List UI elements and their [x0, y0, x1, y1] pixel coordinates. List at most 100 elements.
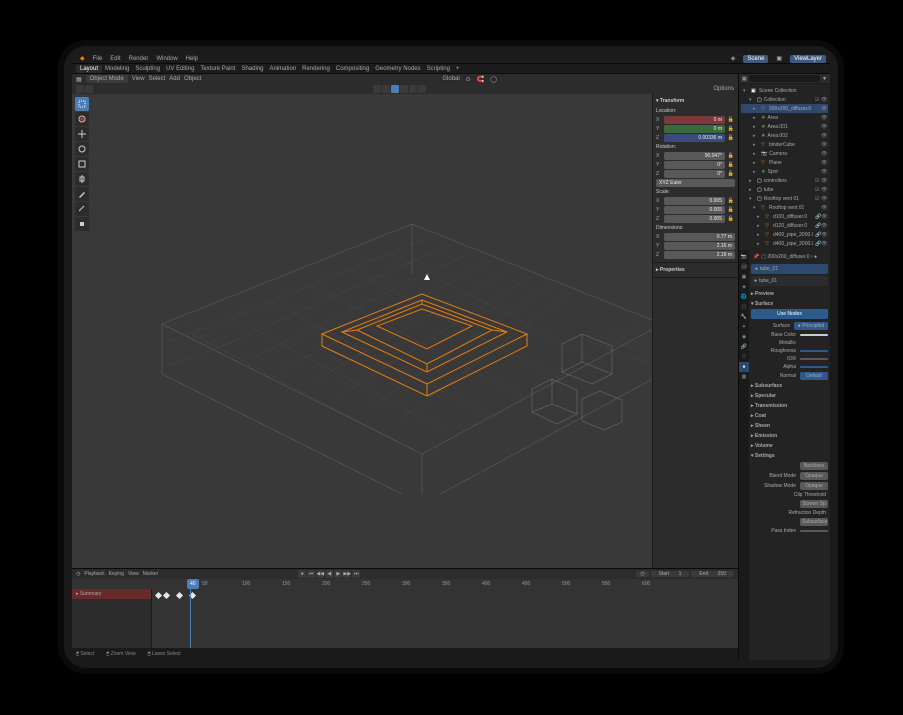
- screen-sp-field[interactable]: Screen Sp: [800, 500, 828, 508]
- outliner-item-selected[interactable]: ▸▽200x200_diffuser.0👁: [741, 104, 828, 113]
- volume-header[interactable]: ▸ Volume: [751, 441, 828, 451]
- prop-tab-object[interactable]: ▢: [739, 302, 749, 312]
- outliner-item[interactable]: ▸▽d400_pipe_2000.002🔗👁: [741, 230, 828, 239]
- menu-select[interactable]: Select: [149, 76, 166, 82]
- scale-x-field[interactable]: 0.005: [664, 197, 725, 205]
- current-frame-field[interactable]: ◷: [636, 571, 648, 577]
- start-frame-field[interactable]: Start 1: [651, 571, 690, 577]
- roughness-field[interactable]: [800, 350, 828, 352]
- blender-logo-icon[interactable]: ◆: [76, 55, 89, 62]
- lock-icon[interactable]: 🔓: [727, 126, 735, 132]
- dim-x-field[interactable]: 0.77 m: [664, 233, 735, 241]
- select-filter-icon[interactable]: [76, 85, 84, 93]
- tool-add-cube[interactable]: [75, 217, 89, 231]
- prop-tab-particles[interactable]: ✦: [739, 322, 749, 332]
- menu-edit[interactable]: Edit: [106, 56, 124, 62]
- menu-file[interactable]: File: [89, 56, 107, 62]
- pin-icon[interactable]: 📌: [753, 254, 759, 260]
- tab-uv[interactable]: UV Editing: [163, 66, 197, 72]
- tab-animation[interactable]: Animation: [266, 66, 299, 72]
- menu-keying[interactable]: Keying: [109, 571, 124, 577]
- autokey-icon[interactable]: ●: [298, 570, 306, 578]
- orientation-selector[interactable]: Global: [440, 76, 461, 83]
- outliner-item[interactable]: ▸☀Area.001👁: [741, 122, 828, 131]
- rot-y-field[interactable]: 0°: [664, 161, 725, 169]
- menu-object[interactable]: Object: [184, 76, 201, 82]
- alpha-field[interactable]: [800, 366, 828, 368]
- outliner-item[interactable]: ▸☀Area.002👁: [741, 131, 828, 140]
- dim-y-field[interactable]: 2.16 m: [664, 242, 735, 250]
- tool-rotate[interactable]: [75, 142, 89, 156]
- outliner-item[interactable]: ▸📷Camera👁: [741, 149, 828, 158]
- play-rev-icon[interactable]: ◀: [325, 570, 333, 578]
- outliner-scene-collection[interactable]: ▾▣Scene Collection: [741, 86, 828, 95]
- menu-marker[interactable]: Marker: [143, 571, 159, 577]
- prop-tab-material[interactable]: ●: [739, 362, 749, 372]
- surface-type-field[interactable]: ● Principled: [794, 322, 828, 330]
- material-selector[interactable]: ● tube_01: [751, 276, 828, 286]
- tab-layout[interactable]: Layout: [76, 65, 102, 73]
- dim-z-field[interactable]: 2.19 m: [664, 251, 735, 259]
- base-color-field[interactable]: [800, 334, 828, 336]
- preview-header[interactable]: ▸ Preview: [751, 289, 828, 299]
- lock-icon[interactable]: 🔓: [727, 171, 735, 177]
- tool-transform[interactable]: [75, 172, 89, 186]
- overlays-icon[interactable]: [373, 85, 381, 93]
- scale-z-field[interactable]: 0.005: [664, 215, 725, 223]
- lock-icon[interactable]: 🔓: [727, 216, 735, 222]
- tool-measure[interactable]: [75, 202, 89, 216]
- shadow-field[interactable]: Opaque: [800, 482, 828, 490]
- outliner-item[interactable]: ▸▽binderCube👁: [741, 140, 828, 149]
- end-frame-field[interactable]: End 250: [691, 571, 734, 577]
- editor-type-icon[interactable]: ▦: [76, 76, 82, 83]
- mode-selector[interactable]: Object Mode: [86, 75, 128, 83]
- material-slot[interactable]: ● tube_01: [751, 264, 828, 274]
- prop-tab-viewlayer[interactable]: ▣: [739, 272, 749, 282]
- tab-sculpting[interactable]: Sculpting: [132, 66, 163, 72]
- prev-key-icon[interactable]: ◀◀: [316, 570, 324, 578]
- prop-tab-constraints[interactable]: 🔗: [739, 342, 749, 352]
- rot-x-field[interactable]: 90.047°: [664, 152, 725, 160]
- backface-field[interactable]: Backface: [800, 462, 828, 470]
- shading-wireframe-icon[interactable]: [391, 85, 399, 93]
- keyframe[interactable]: [155, 592, 162, 599]
- tab-add[interactable]: +: [453, 66, 463, 72]
- subsurface-t-field[interactable]: Subsurface: [800, 518, 828, 526]
- jump-end-icon[interactable]: ⏭: [352, 570, 360, 578]
- specular-header[interactable]: ▸ Specular: [751, 391, 828, 401]
- lock-icon[interactable]: 🔓: [727, 162, 735, 168]
- pass-index-field[interactable]: [800, 530, 828, 532]
- outliner-collection[interactable]: ▸▢tube☑👁: [741, 185, 828, 194]
- ior-field[interactable]: [800, 358, 828, 360]
- outliner-search-input[interactable]: [749, 75, 820, 82]
- snap-icon[interactable]: 🧲: [475, 76, 486, 83]
- lock-icon[interactable]: 🔓: [727, 117, 735, 123]
- timeline-track[interactable]: [152, 589, 738, 648]
- tab-texpaint[interactable]: Texture Paint: [197, 66, 238, 72]
- tab-geonodes[interactable]: Geometry Nodes: [372, 66, 423, 72]
- menu-playback[interactable]: Playback: [84, 571, 104, 577]
- outliner-collection[interactable]: ▾▢Collection☑👁: [741, 95, 828, 104]
- sheen-header[interactable]: ▸ Sheen: [751, 421, 828, 431]
- jump-start-icon[interactable]: ⏮: [307, 570, 315, 578]
- viewport-3d[interactable]: 🔍 ✥ 📷 ▦: [72, 94, 738, 568]
- rot-mode-field[interactable]: XYZ Euler: [656, 179, 735, 187]
- current-frame-marker[interactable]: 40: [187, 579, 199, 589]
- loc-x-field[interactable]: 0 m: [664, 116, 725, 124]
- menu-view[interactable]: View: [128, 571, 139, 577]
- coat-header[interactable]: ▸ Coat: [751, 411, 828, 421]
- scene-selector[interactable]: Scene: [743, 55, 768, 63]
- shading-solid-icon[interactable]: [400, 85, 408, 93]
- prop-tab-physics[interactable]: ◉: [739, 332, 749, 342]
- summary-channel[interactable]: ▸ Summary: [72, 589, 151, 599]
- menu-help[interactable]: Help: [182, 56, 202, 62]
- subsurface-header[interactable]: ▸ Subsurface: [751, 381, 828, 391]
- prop-tab-render[interactable]: 📷: [739, 252, 749, 262]
- timeline-ruler[interactable]: 40 50 100 150 200 250 300 350 400 450 50…: [72, 579, 738, 589]
- outliner-collection[interactable]: ▸▢controllers☑👁: [741, 176, 828, 185]
- lock-icon[interactable]: 🔓: [727, 207, 735, 213]
- properties-header[interactable]: ▸ Properties: [656, 265, 735, 275]
- outliner-collection[interactable]: ▾▢Rooftop vent 01☑👁: [741, 194, 828, 203]
- gizmo-toggle-icon[interactable]: [85, 85, 93, 93]
- shading-matprev-icon[interactable]: [409, 85, 417, 93]
